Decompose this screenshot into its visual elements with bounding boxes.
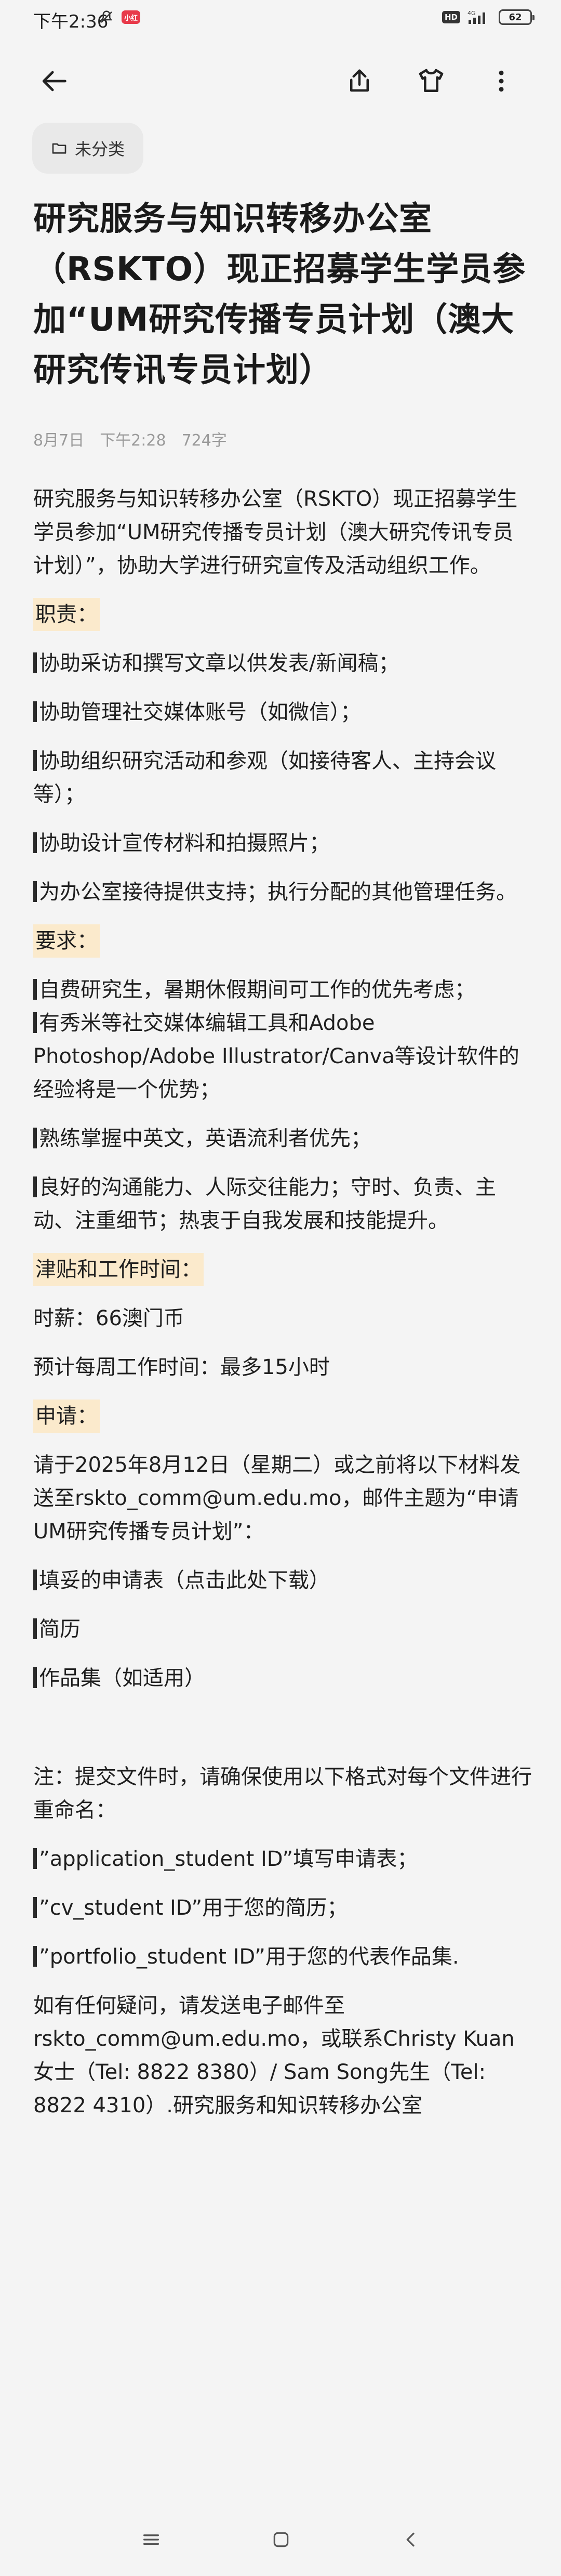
hourly-pay: 时薪：66澳门币 xyxy=(33,1306,184,1330)
meta-time: 下午2:28 xyxy=(100,431,166,450)
requirements-heading: 要求： xyxy=(33,924,100,958)
arrow-left-icon xyxy=(42,71,66,91)
list-item: 为办公室接待提供支持；执行分配的其他管理任务。 xyxy=(33,875,532,909)
folder-icon xyxy=(52,143,66,154)
menu-icon xyxy=(143,2534,159,2545)
apply-paragraph: 请于2025年8月12日（星期二）或之前将以下材料发送至rskto_comm@u… xyxy=(33,1453,521,1544)
article-title: 研究服务与知识转移办公室（RSKTO）现正招募学生学员参加“UM研究传播专员计划… xyxy=(33,200,526,389)
network-type-label: 4G xyxy=(468,10,476,17)
status-system-icons: HD 4G 62 xyxy=(442,9,535,25)
battery-icon: 62 xyxy=(499,9,535,25)
category-chip[interactable]: 未分类 xyxy=(32,123,144,174)
list-item: 协助设计宣传材料和拍摄照片； xyxy=(33,827,532,860)
signal-icon: 4G xyxy=(468,10,485,24)
intro-paragraph: 研究服务与知识转移办公室（RSKTO）现正招募学生学员参加“UM研究传播专员计划… xyxy=(33,487,518,578)
app-notification-badge: 小红 xyxy=(122,10,140,24)
list-item: 简历 xyxy=(33,1613,532,1646)
system-navigation-bar xyxy=(0,2506,561,2576)
list-item: 作品集（如适用） xyxy=(33,1662,532,1695)
home-square-icon xyxy=(273,2532,289,2547)
list-item: 协助采访和撰写文章以供发表/新闻稿； xyxy=(33,647,532,680)
list-item: ”portfolio_student ID”用于您的代表作品集. xyxy=(33,1940,532,1973)
list-item: 协助管理社交媒体账号（如微信）； xyxy=(33,696,532,729)
contact-paragraph: 如有任何疑问，请发送电子邮件至rskto_comm@um.edu.mo，或联系C… xyxy=(33,1994,515,2117)
article-meta: 8月7日 下午2:28 724字 xyxy=(33,427,227,450)
more-options-button[interactable] xyxy=(480,60,522,102)
apply-heading: 申请： xyxy=(33,1400,100,1433)
meta-date: 8月7日 xyxy=(33,431,85,450)
duties-heading: 职责： xyxy=(33,598,100,631)
recent-apps-button[interactable] xyxy=(133,2521,169,2558)
list-item: 有秀米等社交媒体编辑工具和Adobe Photoshop/Adobe Illus… xyxy=(33,1006,532,1106)
article-body[interactable]: 研究服务与知识转移办公室（RSKTO）现正招募学生学员参加“UM研究传播专员计划… xyxy=(33,482,532,2138)
meta-word-count: 724字 xyxy=(181,431,227,450)
home-button[interactable] xyxy=(263,2521,299,2558)
list-item: ”cv_student ID”用于您的简历； xyxy=(33,1891,532,1925)
list-item: 良好的沟通能力、人际交往能力；守时、负责、主动、注重细节；热衷于自我发展和技能提… xyxy=(33,1171,532,1237)
mute-bell-icon xyxy=(100,10,113,23)
shirt-icon xyxy=(419,69,444,93)
hd-icon: HD xyxy=(442,11,460,23)
list-item: ”application_student ID”填写申请表； xyxy=(33,1842,532,1876)
list-item: 协助组织研究活动和参观（如接待客人、主持会议等）； xyxy=(33,744,532,811)
system-back-button[interactable] xyxy=(393,2521,429,2558)
list-item: 熟练掌握中英文，英语流利者优先； xyxy=(33,1122,532,1155)
list-item: 自费研究生，暑期休假期间可工作的优先考虑； xyxy=(33,973,532,1006)
status-notification-icons: 小红 xyxy=(99,9,140,25)
note-paragraph: 注：提交文件时，请确保使用以下格式对每个文件进行重命名： xyxy=(33,1765,532,1822)
allowance-heading: 津贴和工作时间： xyxy=(33,1253,204,1286)
status-bar: 下午2:36 小红 HD 4G 62 xyxy=(0,0,561,48)
article-toolbar xyxy=(0,48,561,115)
status-time: 下午2:36 xyxy=(33,11,109,32)
more-vertical-icon xyxy=(499,70,504,92)
list-item: 填妥的申请表（点击此处下载） xyxy=(33,1564,532,1597)
share-icon xyxy=(350,69,369,92)
back-triangle-icon xyxy=(406,2532,415,2547)
back-button[interactable] xyxy=(34,60,76,102)
category-label: 未分类 xyxy=(75,139,125,159)
theme-shirt-button[interactable] xyxy=(410,60,452,102)
weekly-hours: 预计每周工作时间：最多15小时 xyxy=(33,1355,330,1379)
share-button[interactable] xyxy=(339,60,380,102)
